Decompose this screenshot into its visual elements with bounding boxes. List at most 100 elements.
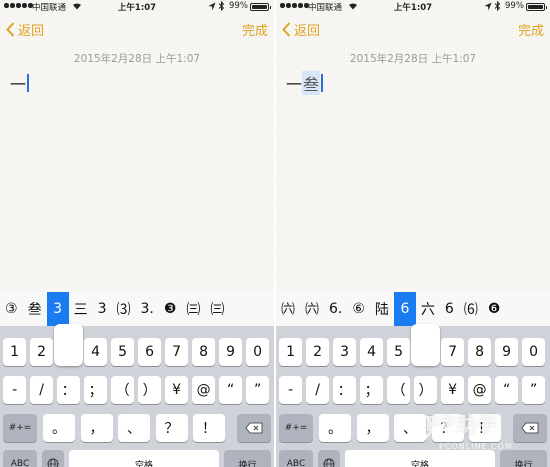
key-keyboard-row4-2[interactable]: 换行 [224,450,271,467]
key-keyboard-row1-2[interactable]: 3 [333,338,357,366]
key-keyboard-row1-3[interactable]: 4 [360,338,384,366]
key-keyboard-row1-0[interactable]: 1 [3,338,27,366]
key-keyboard-row3-5[interactable]: ！ [193,414,225,442]
candidate-item[interactable]: 3. [135,292,158,326]
key-keyboard-row4-0[interactable]: ABC [3,450,37,467]
key-keyboard-row1-5[interactable]: 6 [138,338,162,366]
candidate-item[interactable]: ⑹ [459,292,483,326]
candidate-item[interactable]: 六 [416,292,440,326]
candidate-item[interactable]: 三 [69,292,93,326]
key-keyboard-row1-4[interactable]: 5 [111,338,135,366]
key-keyboard-row3-3[interactable]: 、 [394,414,426,442]
keyboard: 1 2 3 4 5 7 8 9 0 - /：；（） ¥ @ “” #+=。，、？！ ABC 空格 换行 [276,324,550,467]
delete-key[interactable] [237,414,271,442]
key-keyboard-row4-1[interactable]: 空格 [345,450,495,467]
key-keyboard-row2-9[interactable]: ” [246,376,270,404]
candidate-item[interactable]: ㈥ [276,292,300,326]
key-keyboard-row2-0[interactable]: - [3,376,27,404]
done-button[interactable]: 完成 [518,20,544,39]
candidate-item[interactable]: ⑶ [111,292,135,326]
candidate-item[interactable]: ㈢ [205,292,229,326]
key-keyboard-row2-2[interactable]: ： [57,376,81,404]
key-keyboard-row1-7[interactable]: 8 [192,338,216,366]
candidate-bar: ③ 叁 3 三 3 ⑶ 3. ❸ ㈢㈢ [0,292,274,326]
key-keyboard-row1-6[interactable]: 7 [441,338,465,366]
candidate-item[interactable]: 3 [46,292,69,326]
candidate-item[interactable]: 3 [93,292,112,326]
key-keyboard-row3-2[interactable]: ， [80,414,113,442]
candidate-item[interactable]: 6. [324,292,347,326]
candidate-item[interactable]: 6 [393,292,416,326]
key-popup [411,324,441,366]
back-button[interactable]: 返回 [282,20,320,39]
delete-key[interactable] [513,414,547,442]
key-popup [54,324,84,366]
key-keyboard-row2-5[interactable]: ） [138,376,162,404]
key-keyboard-row2-3[interactable]: ； [360,376,384,404]
key-keyboard-row2-1[interactable]: / [30,376,54,404]
key-keyboard-row2-9[interactable]: ” [522,376,546,404]
key-keyboard-row4-1[interactable]: 空格 [69,450,219,467]
key-keyboard-row1-1[interactable]: 2 [306,338,330,366]
key-keyboard-row1-8[interactable]: 9 [495,338,519,366]
key-keyboard-row3-5[interactable]: ！ [469,414,501,442]
bluetooth-icon [494,1,501,11]
key-keyboard-row3-2[interactable]: ， [356,414,389,442]
key-keyboard-row3-1[interactable]: 。 [319,414,351,442]
key-keyboard-row2-7[interactable]: @ [192,376,216,404]
key-keyboard-row1-0[interactable]: 1 [279,338,303,366]
candidate-item[interactable]: ⑥ [347,292,370,326]
key-keyboard-row1-3[interactable]: 4 [84,338,108,366]
key-keyboard-row2-1[interactable]: / [306,376,330,404]
key-keyboard-row2-3[interactable]: ； [84,376,108,404]
back-button[interactable]: 返回 [6,20,44,39]
candidate-item[interactable]: ㈢ [181,292,205,326]
key-keyboard-row2-6[interactable]: ¥ [165,376,189,404]
key-keyboard-row2-8[interactable]: “ [219,376,243,404]
candidate-item[interactable]: ❻ [483,292,506,326]
key-keyboard-row1-9[interactable]: 0 [246,338,270,366]
chevron-left-icon [6,22,15,37]
note-text-area[interactable]: 一 [10,72,30,94]
key-keyboard-row3-0[interactable]: #+= [279,414,313,442]
globe-key[interactable] [318,450,340,467]
done-button[interactable]: 完成 [242,20,268,39]
key-keyboard-row2-8[interactable]: “ [495,376,519,404]
candidate-item[interactable]: ③ [0,292,23,326]
key-keyboard-row1-7[interactable]: 8 [468,338,492,366]
note-text-area[interactable]: 一叁 [286,71,324,95]
key-keyboard-row3-1[interactable]: 。 [43,414,75,442]
key-keyboard-row4-2[interactable]: 换行 [500,450,547,467]
key-keyboard-row3-0[interactable]: #+= [3,414,37,442]
candidate-item[interactable]: 叁 [23,292,47,326]
left-screen: 中国联通 上午1:07 99% 返回 完成 2015年2月28日 上午1:07 … [0,0,274,467]
key-keyboard-row2-5[interactable]: ） [414,376,438,404]
key-keyboard-row1-9[interactable]: 0 [522,338,546,366]
candidate-item[interactable]: 6 [440,292,459,326]
key-keyboard-row2-2[interactable]: ： [333,376,357,404]
key-keyboard-row1-6[interactable]: 7 [165,338,189,366]
candidate-item[interactable]: 陆 [370,292,394,326]
note-text: 一 [286,75,303,94]
key-keyboard-row2-6[interactable]: ¥ [441,376,465,404]
key-keyboard-row4-0[interactable]: ABC [279,450,313,467]
key-keyboard-row2-0[interactable]: - [279,376,303,404]
key-keyboard-row2-4[interactable]: （ [111,376,135,404]
key-keyboard-row3-4[interactable]: ？ [155,414,188,442]
location-icon [208,2,216,11]
right-screen: 中国联通 上午1:07 99% 返回 完成 2015年2月28日 上午1:07 … [276,0,550,467]
key-keyboard-row3-4[interactable]: ？ [431,414,464,442]
candidate-item[interactable]: ❸ [159,292,182,326]
key-keyboard-row1-4[interactable]: 5 [387,338,411,366]
nav-bar: 返回 完成 [0,18,274,44]
globe-key[interactable] [42,450,64,467]
candidate-item[interactable]: ㈥ [300,292,324,326]
note-text: 一 [10,75,27,94]
back-label: 返回 [18,24,45,39]
key-keyboard-row2-4[interactable]: （ [387,376,411,404]
delete-icon [521,422,539,434]
key-keyboard-row1-8[interactable]: 9 [219,338,243,366]
key-keyboard-row3-3[interactable]: 、 [118,414,150,442]
key-keyboard-row2-7[interactable]: @ [468,376,492,404]
key-keyboard-row1-1[interactable]: 2 [30,338,54,366]
